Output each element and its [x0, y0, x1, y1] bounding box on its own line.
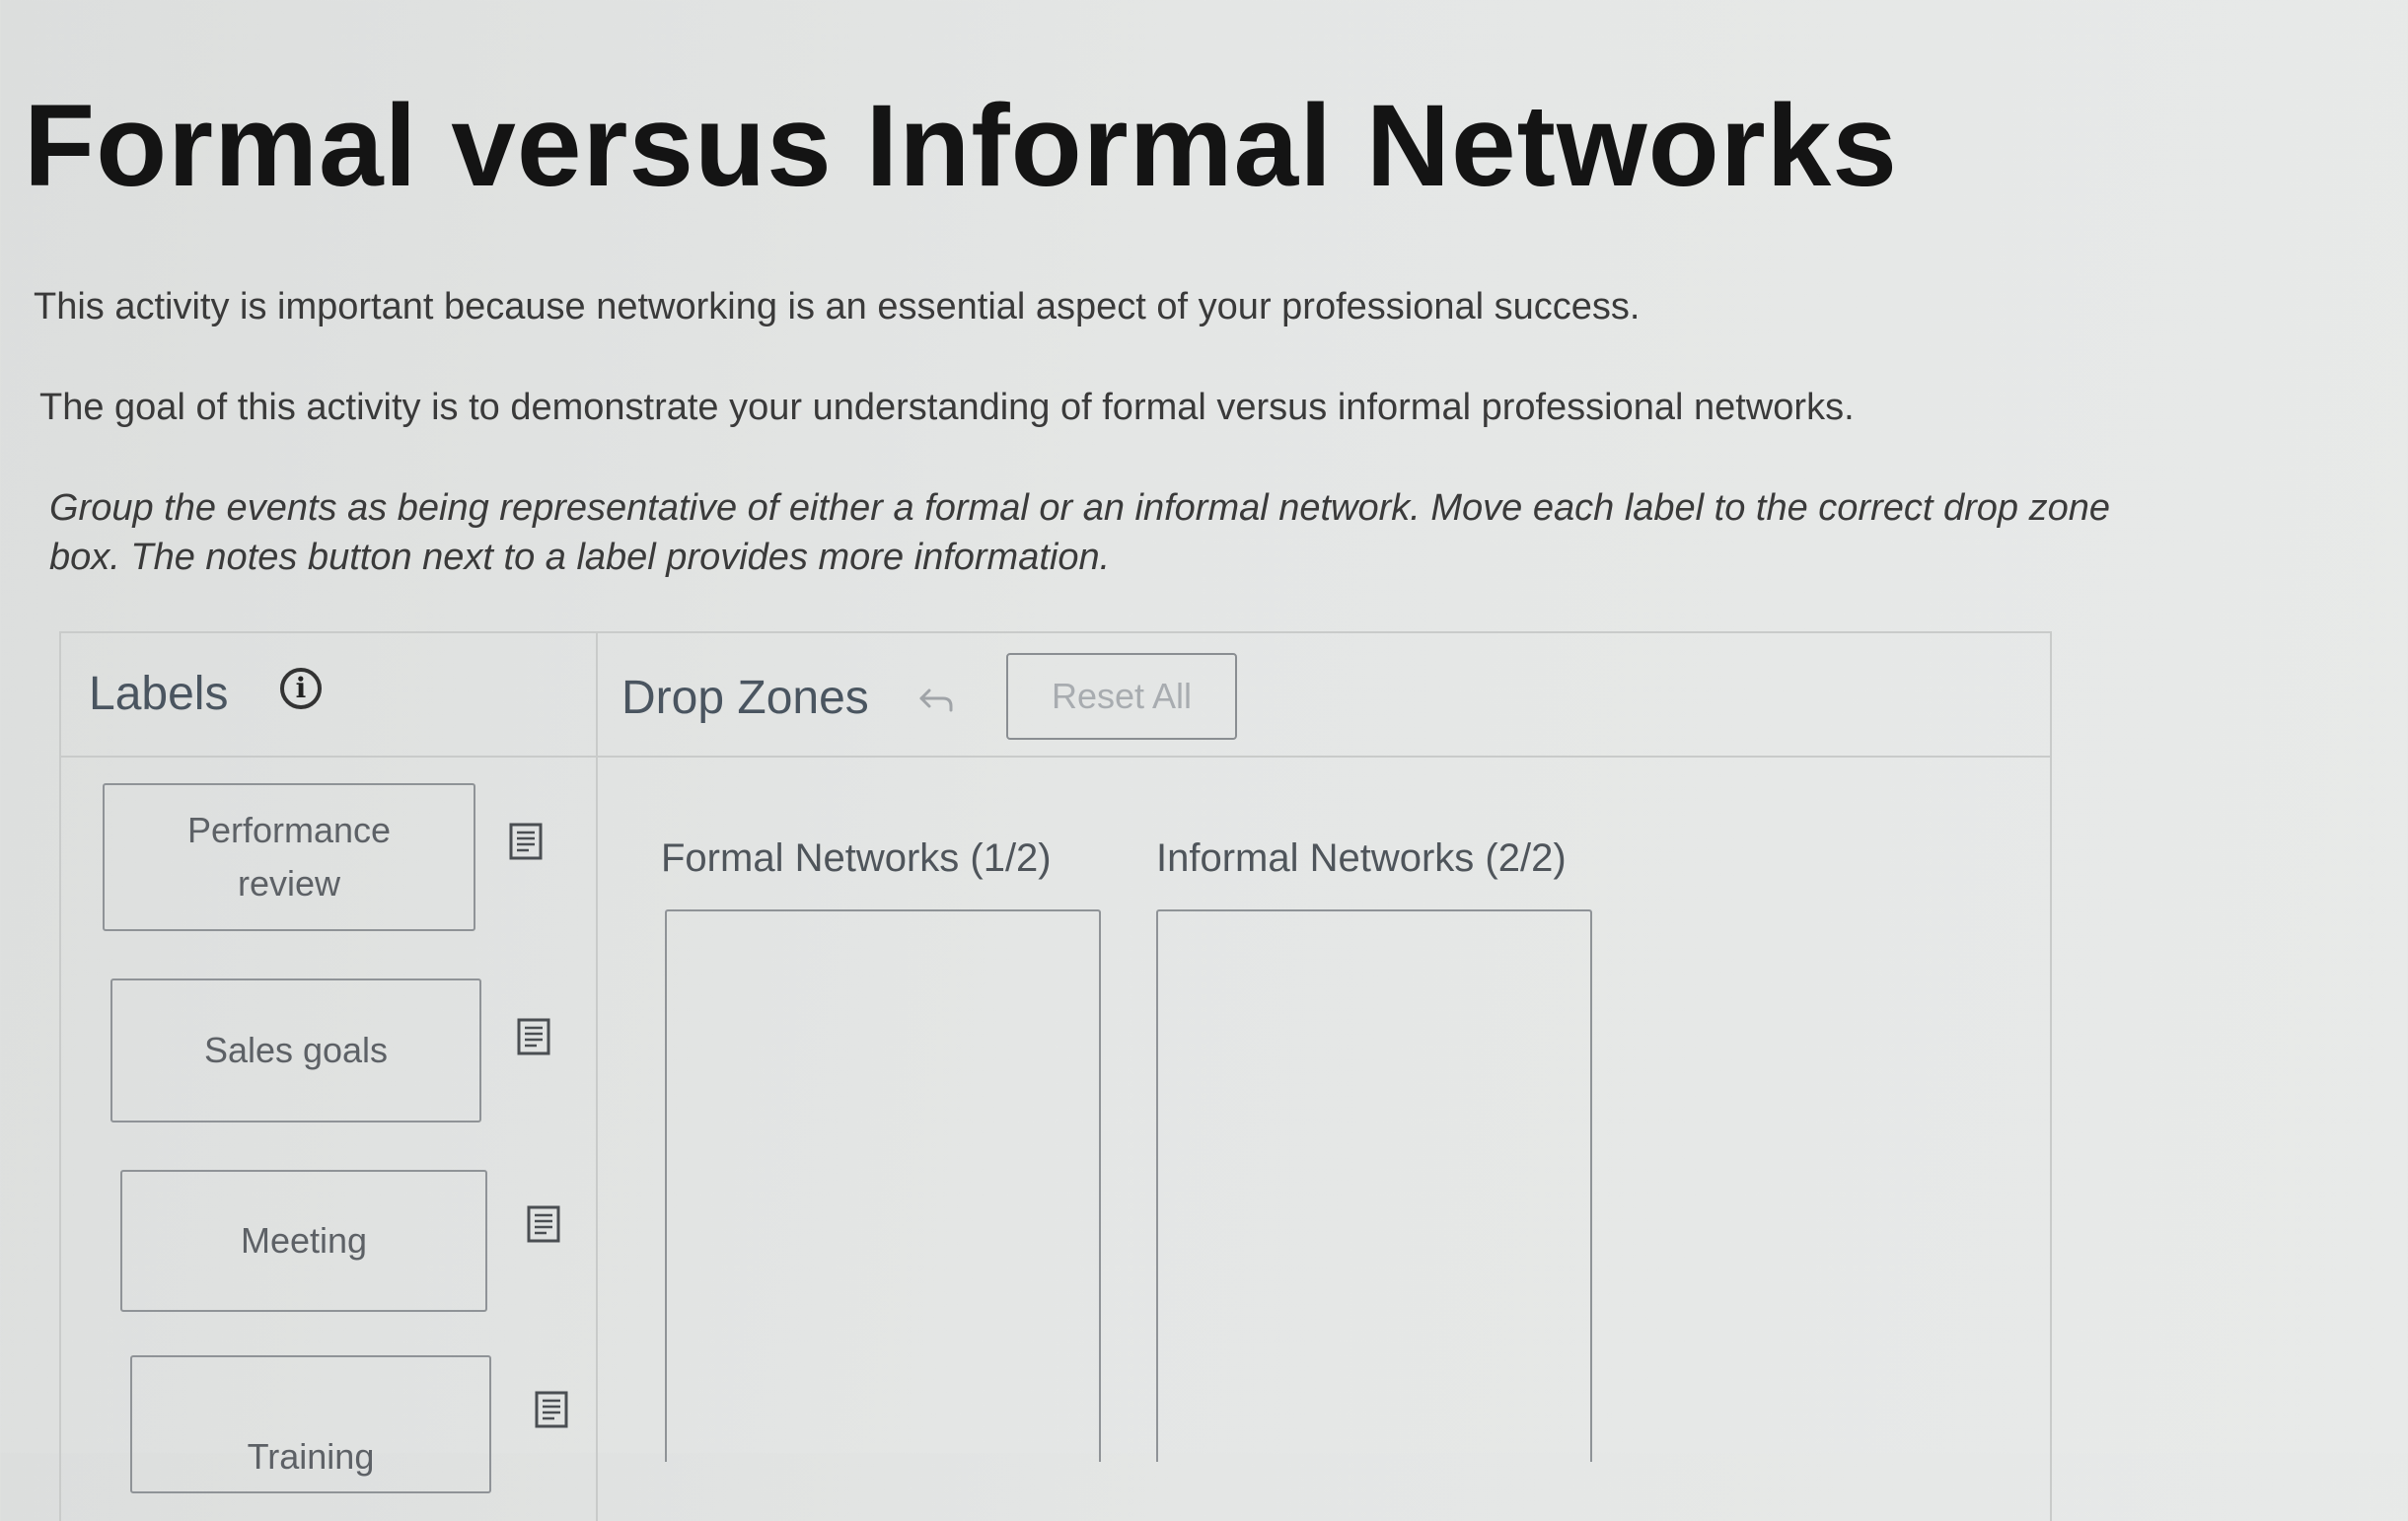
page-title: Formal versus Informal Networks — [24, 81, 1898, 211]
label-card-text: Training — [247, 1436, 375, 1477]
label-card-sales-goals[interactable]: Sales goals — [110, 978, 481, 1123]
drag-drop-activity: Labels i Drop Zones Reset All Performanc… — [59, 631, 2052, 1521]
undo-arrow-icon[interactable] — [915, 677, 959, 720]
notes-icon[interactable] — [527, 1205, 560, 1243]
label-card-text: Meeting — [240, 1220, 368, 1261]
labels-heading: Labels — [89, 668, 229, 720]
label-card-meeting[interactable]: Meeting — [120, 1170, 487, 1312]
column-divider — [596, 633, 598, 1521]
label-card-performance-review[interactable]: Performance review — [103, 783, 475, 931]
notes-icon[interactable] — [517, 1018, 550, 1055]
label-card-training[interactable]: Training — [130, 1355, 491, 1493]
notes-icon[interactable] — [535, 1391, 568, 1428]
informal-networks-drop-zone[interactable] — [1156, 909, 1592, 1462]
info-circle-icon[interactable]: i — [280, 668, 322, 709]
label-card-text: Sales goals — [203, 1030, 389, 1070]
intro-importance: This activity is important because netwo… — [34, 286, 1641, 327]
activity-page: Formal versus Informal Networks This act… — [0, 0, 2408, 1521]
formal-networks-drop-zone[interactable] — [665, 909, 1101, 1462]
instructions: Group the events as being representative… — [49, 487, 2111, 578]
drop-zones-heading: Drop Zones — [621, 672, 869, 724]
reset-all-button[interactable]: Reset All — [1006, 653, 1237, 740]
label-card-text: Performance review — [186, 810, 392, 904]
informal-networks-zone-title: Informal Networks (2/2) — [1156, 836, 1567, 880]
formal-networks-zone-title: Formal Networks (1/2) — [661, 836, 1052, 880]
notes-icon[interactable] — [509, 823, 543, 860]
intro-goal: The goal of this activity is to demonstr… — [39, 387, 1855, 428]
activity-header: Labels i Drop Zones Reset All — [61, 633, 2050, 758]
